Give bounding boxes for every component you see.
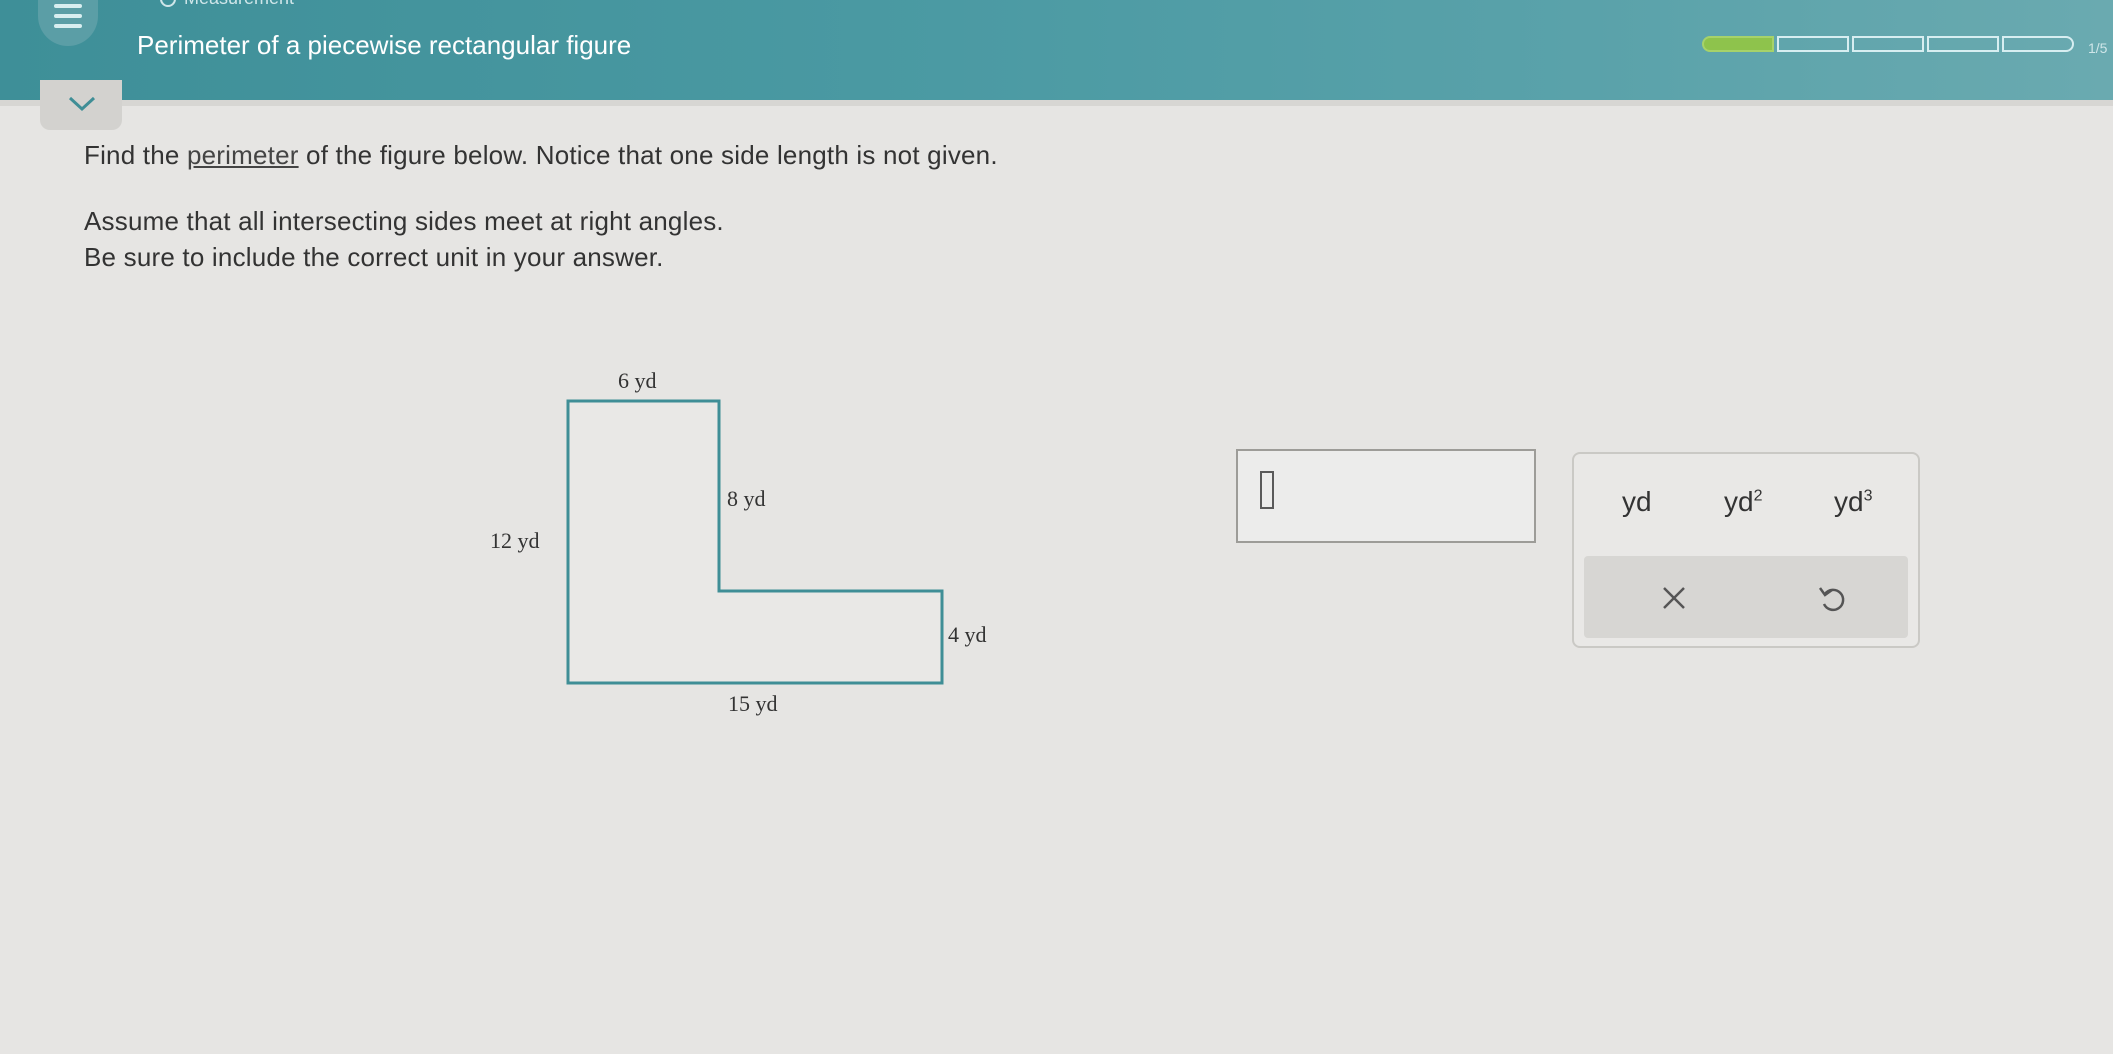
hamburger-icon[interactable] <box>38 0 98 46</box>
progress-count: 1/5 <box>2088 40 2108 56</box>
unit-yd-button[interactable]: yd <box>1622 486 1652 518</box>
page-title: Perimeter of a piecewise rectangular fig… <box>137 30 632 60</box>
progress-segment <box>2002 36 2074 52</box>
undo-icon[interactable] <box>1812 578 1852 618</box>
label-inner-vertical-side: 8 yd <box>727 486 766 511</box>
chevron-down-icon <box>68 96 96 112</box>
answer-input[interactable] <box>1236 449 1536 543</box>
text-cursor-icon <box>1260 471 1274 509</box>
keypad-actions <box>1584 556 1908 638</box>
label-bottom-side: 15 yd <box>728 691 778 716</box>
unit-yd2-button[interactable]: yd2 <box>1724 486 1762 518</box>
close-icon[interactable] <box>1654 578 1694 618</box>
progress-segment <box>1777 36 1849 52</box>
figure-outline <box>566 399 944 685</box>
breadcrumb[interactable]: Measurement <box>160 0 294 9</box>
progress-segment <box>1852 36 1924 52</box>
unit-yd3-button[interactable]: yd3 <box>1834 486 1872 518</box>
collapse-button[interactable] <box>40 80 122 130</box>
label-right-side: 4 yd <box>948 622 987 647</box>
perimeter-link[interactable]: perimeter <box>187 140 299 170</box>
prompt-line-2: Assume that all intersecting sides meet … <box>84 206 724 236</box>
prompt-line-1: Find the perimeter of the figure below. … <box>84 140 998 170</box>
content-edge <box>0 100 2113 106</box>
top-bar: Measurement Perimeter of a piecewise rec… <box>0 0 2113 100</box>
progress-segment <box>1927 36 1999 52</box>
l-shaped-figure: 6 yd 8 yd 12 yd 4 yd 15 yd <box>490 368 987 716</box>
progress-segment <box>1702 36 1774 52</box>
label-left-side: 12 yd <box>490 528 540 553</box>
progress-bar <box>1702 36 2077 54</box>
prompt-line-3: Be sure to include the correct unit in y… <box>84 242 664 272</box>
topic-circle-icon <box>160 0 176 8</box>
label-top-side: 6 yd <box>618 368 657 393</box>
unit-keypad: yd yd2 yd3 <box>1572 452 1920 648</box>
